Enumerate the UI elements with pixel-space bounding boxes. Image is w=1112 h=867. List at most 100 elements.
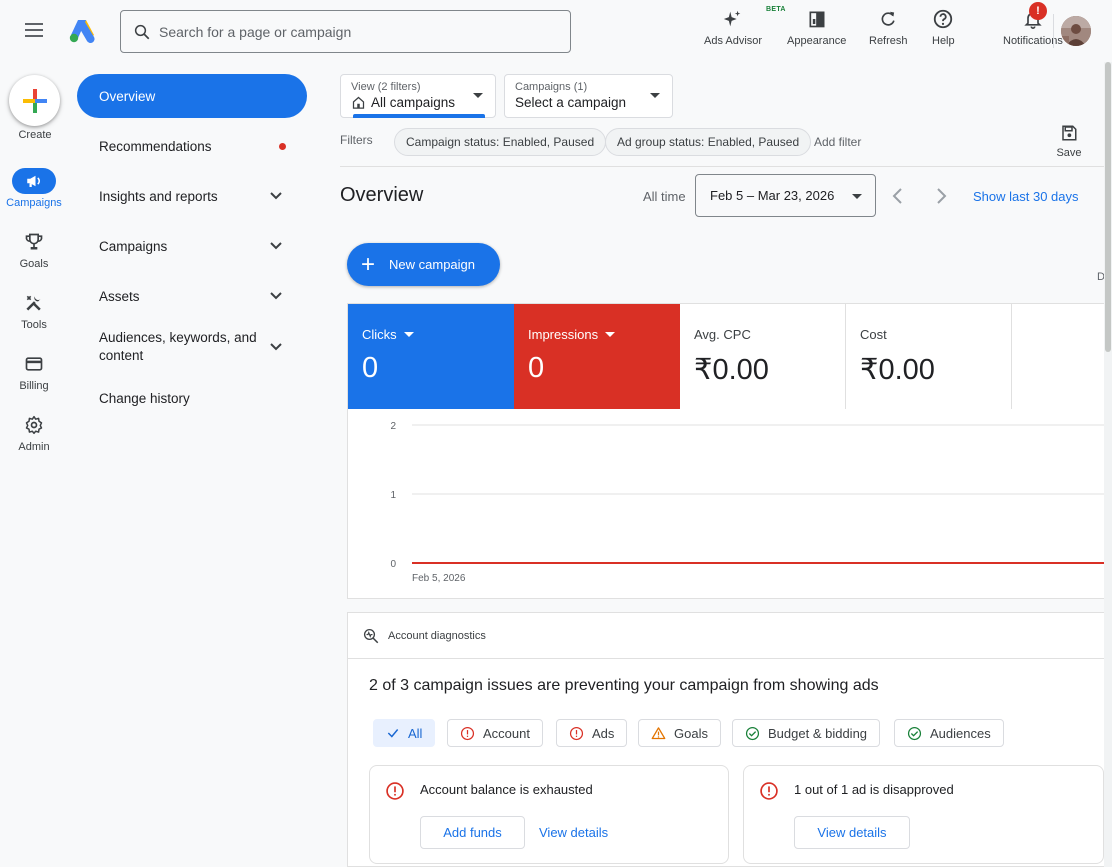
nav-panel: Overview Recommendations Insights and re… (77, 74, 307, 423)
nav-label: Campaigns (99, 238, 168, 254)
filters-label: Filters (340, 133, 373, 147)
main-content: View (2 filters) All campaigns Campaigns… (340, 62, 1112, 867)
view-caption: View (2 filters) (351, 81, 421, 93)
performance-chart: 0 1 2 Feb 5, 2026 (390, 421, 1112, 584)
nav-label: Overview (99, 88, 156, 104)
diag-filter-goals[interactable]: Goals (638, 719, 721, 747)
rail-item-tools[interactable]: Tools (0, 290, 68, 331)
beta-badge: BETA (766, 6, 786, 13)
appearance-icon (809, 11, 825, 28)
metric-avg-cpc[interactable]: Avg. CPC ₹0.00 (680, 304, 846, 409)
chevron-right-icon[interactable] (931, 186, 951, 206)
save-button[interactable]: Save (1054, 124, 1084, 159)
filter-chip-ad-group-status[interactable]: Ad group status: Enabled, Paused (605, 128, 812, 156)
metric-clicks[interactable]: Clicks 0 (348, 304, 514, 409)
avatar[interactable] (1061, 16, 1091, 46)
add-funds-button[interactable]: Add funds (420, 816, 525, 849)
metric-value: ₹0.00 (860, 354, 935, 386)
refresh-icon (881, 11, 895, 26)
chevron-down-icon (650, 93, 660, 98)
notification-dot (279, 143, 286, 150)
check-circle-icon (745, 726, 760, 740)
rail-goals-label: Goals (19, 258, 49, 270)
chevron-down-icon (473, 93, 483, 98)
refresh-button[interactable]: Refresh (869, 6, 908, 56)
nav-label: Audiences, keywords, and content (99, 330, 257, 363)
nav-label: Insights and reports (99, 188, 218, 204)
help-icon (934, 9, 953, 29)
chevron-down-icon (270, 292, 282, 300)
chevron-left-icon[interactable] (888, 186, 908, 206)
metric-impressions[interactable]: Impressions 0 (514, 304, 680, 409)
rail-item-admin[interactable]: Admin (0, 412, 68, 453)
date-range-picker[interactable]: Feb 5 – Mar 23, 2026 (695, 174, 876, 217)
diag-filter-audiences[interactable]: Audiences (894, 719, 1004, 747)
search-input[interactable] (159, 23, 539, 40)
view-details-button[interactable]: View details (539, 816, 608, 849)
toolbar-divider (1053, 14, 1054, 48)
metric-value: 0 (362, 352, 379, 384)
scrollbar[interactable] (1104, 62, 1112, 867)
diag-filter-all[interactable]: All (373, 719, 436, 747)
credit-card-icon (25, 357, 43, 371)
top-bar: BETA Ads Advisor Appearance Refresh Help… (0, 0, 1112, 62)
metric-value: ₹0.00 (694, 354, 769, 386)
nav-item-insights-and-reports[interactable]: Insights and reports (77, 171, 307, 221)
nav-item-overview[interactable]: Overview (77, 74, 307, 118)
campaign-value: Select a campaign (515, 95, 627, 110)
view-selector[interactable]: View (2 filters) All campaigns (340, 74, 496, 118)
rail-tools-label: Tools (21, 319, 47, 331)
tools-icon (26, 295, 41, 311)
menu-icon[interactable] (22, 20, 46, 42)
megaphone-icon (27, 175, 40, 187)
error-icon (569, 726, 584, 740)
metric-label: Clicks (362, 327, 397, 342)
diagnostics-header-label: Account diagnostics (388, 629, 486, 642)
chip-label: Goals (674, 725, 708, 741)
help-button[interactable]: Help (932, 6, 955, 56)
create-button[interactable] (9, 75, 60, 126)
diag-filter-account[interactable]: Account (447, 719, 543, 747)
nav-label: Recommendations (99, 138, 212, 154)
show-last-30-days-link[interactable]: Show last 30 days (973, 189, 1079, 204)
nav-item-audiences-keywords-content[interactable]: Audiences, keywords, and content (77, 321, 307, 373)
nav-item-assets[interactable]: Assets (77, 271, 307, 321)
y-tick-label: 2 (390, 421, 396, 432)
chip-label: All (408, 725, 423, 741)
sparkle-icon (723, 10, 741, 27)
new-campaign-button[interactable]: + New campaign (347, 243, 500, 286)
appearance-button[interactable]: Appearance (787, 6, 846, 56)
page-title: Overview (340, 184, 424, 206)
rail-item-goals[interactable]: Goals (0, 229, 68, 270)
search-box[interactable] (120, 10, 571, 53)
avatar-image (1061, 16, 1091, 46)
nav-item-change-history[interactable]: Change history (77, 373, 307, 423)
rail-item-campaigns[interactable]: Campaigns (0, 168, 68, 209)
refresh-label: Refresh (869, 35, 908, 47)
diagnostics-header: Account diagnostics (348, 613, 1112, 659)
metric-cost[interactable]: Cost ₹0.00 (846, 304, 1012, 409)
diag-filter-budget-bidding[interactable]: Budget & bidding (732, 719, 881, 747)
campaign-selector[interactable]: Campaigns (1) Select a campaign (504, 74, 673, 118)
chip-label: Ad group status: Enabled, Paused (617, 135, 800, 149)
ads-advisor-button[interactable]: BETA Ads Advisor (704, 6, 786, 56)
chip-label: Account (483, 725, 530, 741)
filter-chip-campaign-status[interactable]: Campaign status: Enabled, Paused (394, 128, 607, 156)
google-ads-logo[interactable] (68, 18, 96, 44)
add-filter-button[interactable]: Add filter (814, 135, 861, 149)
rail-item-billing[interactable]: Billing (0, 351, 68, 392)
date-range-value: Feb 5 – Mar 23, 2026 (710, 188, 835, 203)
scrollbar-thumb[interactable] (1105, 62, 1111, 352)
issue-title: Account balance is exhausted (420, 782, 593, 797)
campaign-caption: Campaigns (1) (515, 81, 588, 93)
plus-icon: + (361, 250, 376, 278)
diagnostics-title: 2 of 3 campaign issues are preventing yo… (369, 677, 879, 694)
chip-label: Audiences (930, 725, 991, 741)
new-campaign-label: New campaign (389, 257, 476, 272)
diag-filter-ads[interactable]: Ads (556, 719, 628, 747)
nav-item-recommendations[interactable]: Recommendations (77, 121, 307, 171)
chevron-down-icon (852, 194, 862, 199)
view-details-button[interactable]: View details (794, 816, 910, 849)
x-tick-label: Feb 5, 2026 (412, 573, 466, 584)
nav-item-campaigns[interactable]: Campaigns (77, 221, 307, 271)
